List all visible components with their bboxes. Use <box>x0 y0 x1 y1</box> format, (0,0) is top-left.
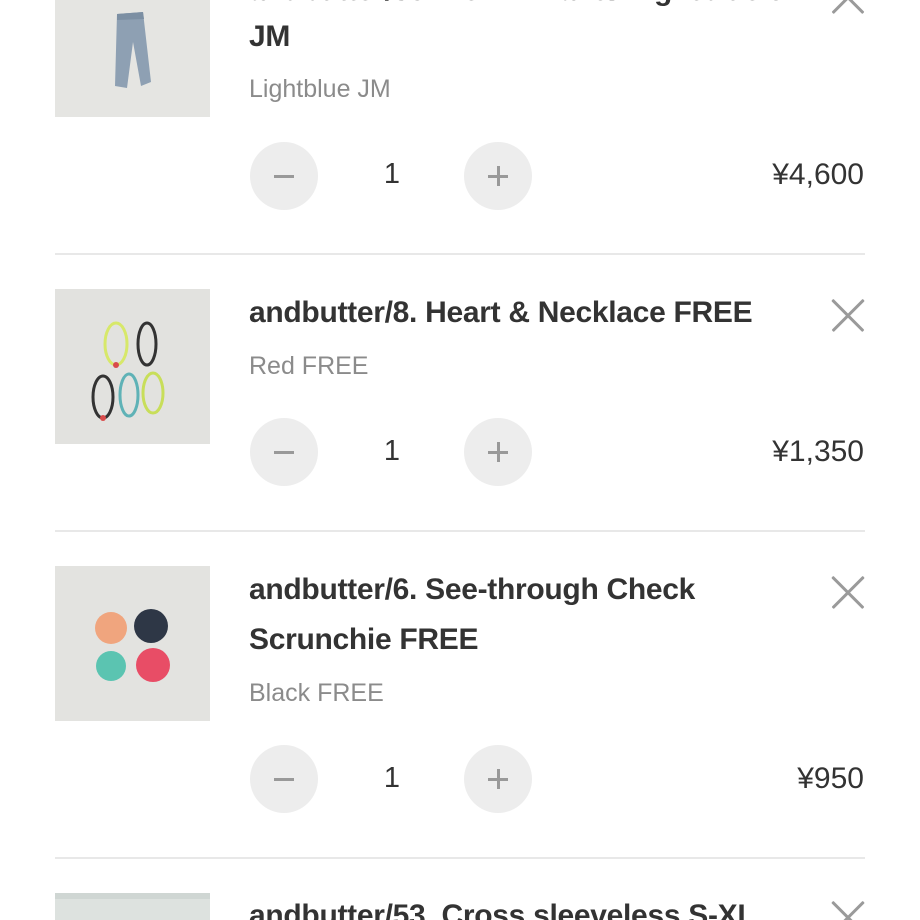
product-thumbnail[interactable] <box>55 893 210 920</box>
product-thumbnail[interactable] <box>55 566 210 721</box>
decrease-quantity-button[interactable] <box>250 418 318 486</box>
decrease-quantity-button[interactable] <box>250 142 318 210</box>
product-thumbnail[interactable] <box>55 289 210 444</box>
product-title-line2[interactable]: Scrunchie FREE <box>249 623 479 657</box>
product-title[interactable]: andbutter/8. Heart & Necklace FREE <box>249 296 753 330</box>
item-price: ¥4,600 <box>772 158 864 191</box>
product-thumbnail[interactable] <box>55 0 210 117</box>
product-title[interactable]: andbutter/53. Cross sleeveless S-XL <box>249 899 756 920</box>
product-variant: Lightblue JM <box>249 75 391 103</box>
product-title-cut[interactable]: andbutter/35. Denim Pants Lightblue JM <box>249 0 809 8</box>
product-title-line1[interactable]: andbutter/6. See-through Check <box>249 573 695 607</box>
item-price: ¥1,350 <box>772 435 864 468</box>
divider <box>55 857 865 859</box>
product-variant: Black FREE <box>249 679 384 707</box>
increase-quantity-button[interactable] <box>464 418 532 486</box>
product-title[interactable]: JM <box>249 20 290 54</box>
decrease-quantity-button[interactable] <box>250 745 318 813</box>
divider <box>55 530 865 532</box>
divider <box>55 253 865 255</box>
remove-item-button[interactable] <box>831 900 865 920</box>
quantity-value: 1 <box>383 158 401 190</box>
increase-quantity-button[interactable] <box>464 745 532 813</box>
remove-item-button[interactable] <box>831 298 865 332</box>
product-variant: Red FREE <box>249 352 369 380</box>
increase-quantity-button[interactable] <box>464 142 532 210</box>
item-price: ¥950 <box>797 762 864 795</box>
quantity-value: 1 <box>383 435 401 467</box>
remove-item-button[interactable] <box>831 575 865 609</box>
remove-item-button[interactable] <box>831 0 865 14</box>
quantity-value: 1 <box>383 762 401 794</box>
